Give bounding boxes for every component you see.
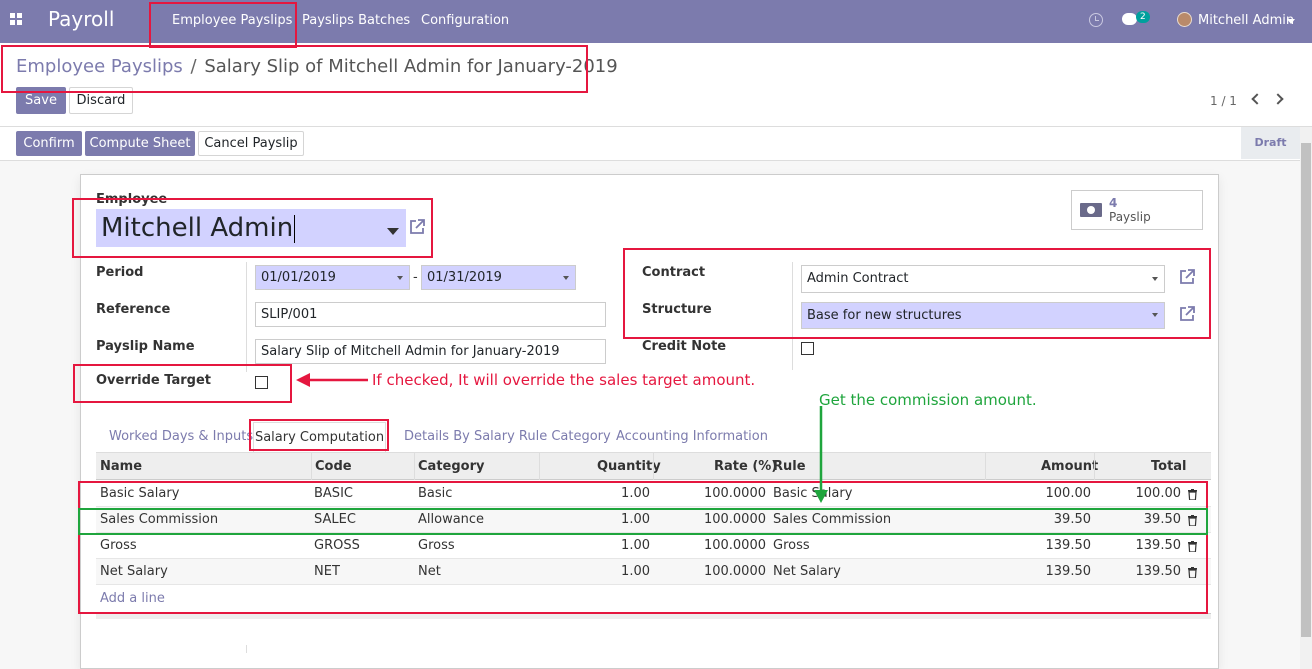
column-separator [539, 453, 540, 480]
period-label: Period [96, 265, 144, 280]
column-header-code[interactable]: Code [315, 459, 352, 474]
chat-count-badge: 2 [1136, 11, 1150, 23]
label-divider-left [246, 262, 247, 372]
payslip-count: 4 [1109, 196, 1118, 210]
app-name: Payroll [48, 7, 115, 31]
column-header-category[interactable]: Category [418, 459, 484, 474]
credit-note-checkbox[interactable] [801, 342, 814, 355]
date-from-value: 01/01/2019 [261, 270, 336, 285]
credit-note-label: Credit Note [642, 339, 727, 354]
menu-payslips-batches[interactable]: Payslips Batches [302, 13, 410, 28]
tab-worked-days[interactable]: Worked Days & Inputs [109, 429, 253, 444]
payslip-name-value: Salary Slip of Mitchell Admin for Januar… [261, 344, 560, 359]
tab-details-by-category[interactable]: Details By Salary Rule Category [404, 429, 611, 444]
highlight-table-box [78, 481, 1208, 614]
column-header-quantity[interactable]: Quantity [597, 459, 661, 474]
column-header-amount[interactable]: Amount [1041, 459, 1098, 474]
date-to-value: 01/31/2019 [427, 270, 502, 285]
user-avatar[interactable] [1177, 12, 1192, 27]
date-to-field[interactable]: 01/31/2019 [421, 265, 576, 290]
status-bar [0, 127, 1300, 161]
reference-field[interactable]: SLIP/001 [255, 302, 606, 327]
column-header-name[interactable]: Name [100, 459, 142, 474]
column-separator [1094, 453, 1095, 480]
table-header: Name Code Category Quantity Rate (%) Rul… [96, 453, 1211, 480]
column-header-total[interactable]: Total [1151, 459, 1187, 474]
user-menu-caret-icon[interactable] [1287, 19, 1295, 24]
field-divider [246, 645, 247, 653]
apps-grid-icon[interactable] [10, 13, 24, 27]
highlight-contract-box [623, 248, 1211, 339]
column-separator [414, 453, 415, 480]
green-arrow-icon [814, 406, 828, 503]
column-separator [985, 453, 986, 480]
column-header-rate[interactable]: Rate (%) [714, 459, 777, 474]
date-from-field[interactable]: 01/01/2019 [255, 265, 410, 290]
highlight-override-box [73, 364, 292, 403]
highlight-tab-box [249, 419, 389, 451]
highlight-commission-row-box [78, 508, 1208, 535]
reference-label: Reference [96, 302, 171, 317]
highlight-employee-box [72, 198, 433, 258]
money-icon [1080, 203, 1102, 217]
chat-bubble-icon[interactable] [1122, 13, 1137, 25]
highlight-breadcrumb-box [1, 45, 588, 93]
highlight-menu-box [149, 2, 297, 48]
override-note: If checked, It will override the sales t… [372, 371, 756, 389]
pager-previous-icon[interactable] [1251, 93, 1263, 105]
date-separator: - [413, 270, 418, 285]
activity-clock-icon[interactable] [1089, 13, 1103, 27]
column-header-rule[interactable]: Rule [773, 459, 806, 474]
confirm-button[interactable]: Confirm [16, 131, 82, 156]
payslip-smart-button[interactable]: 4 Payslip [1071, 190, 1203, 230]
scrollbar-thumb[interactable] [1301, 143, 1311, 637]
column-separator [311, 453, 312, 480]
pager-next-icon[interactable] [1272, 93, 1284, 105]
pager-value: 1 / 1 [1210, 94, 1237, 108]
commission-note: Get the commission amount. [819, 391, 1037, 409]
payslip-name-field[interactable]: Salary Slip of Mitchell Admin for Januar… [255, 339, 606, 364]
red-arrow-icon [296, 373, 368, 387]
column-separator [653, 453, 654, 480]
user-menu-name[interactable]: Mitchell Admin [1198, 13, 1294, 28]
menu-configuration[interactable]: Configuration [421, 13, 509, 28]
date-to-caret-icon[interactable] [563, 276, 569, 280]
status-draft: Draft [1241, 127, 1300, 159]
compute-sheet-button[interactable]: Compute Sheet [85, 131, 195, 156]
cancel-payslip-button[interactable]: Cancel Payslip [198, 131, 304, 156]
payslip-smart-label: Payslip [1109, 210, 1151, 224]
tab-accounting-information[interactable]: Accounting Information [616, 429, 768, 444]
payslip-name-label: Payslip Name [96, 339, 195, 354]
date-from-caret-icon[interactable] [397, 276, 403, 280]
reference-value: SLIP/001 [261, 307, 318, 322]
